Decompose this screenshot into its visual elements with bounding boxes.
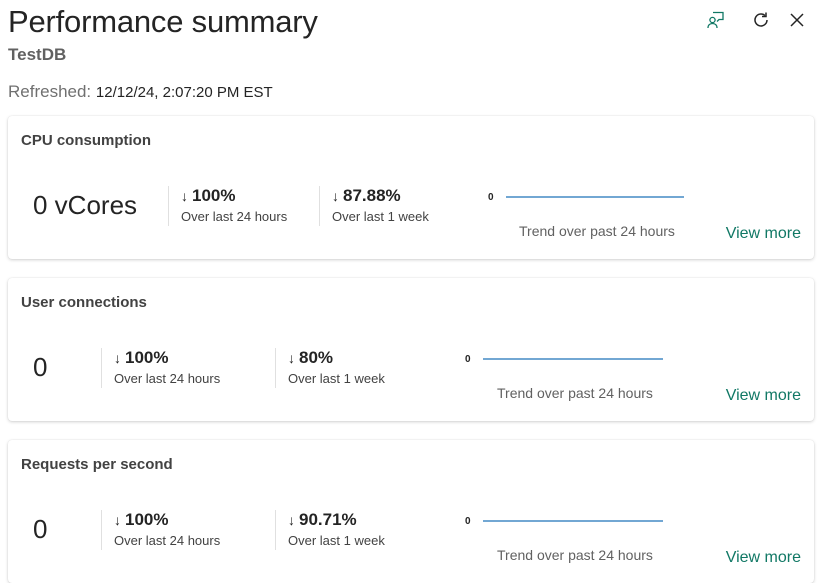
trend-label: Trend over past 24 hours: [497, 385, 653, 401]
trend-label: Trend over past 24 hours: [519, 223, 675, 239]
refresh-icon: [754, 12, 768, 27]
sparkline-line: [506, 196, 684, 198]
view-more-link[interactable]: View more: [726, 225, 801, 243]
arrow-down-icon: ↓: [114, 512, 121, 528]
view-more-link[interactable]: View more: [726, 549, 801, 567]
arrow-down-icon: ↓: [181, 188, 188, 204]
card-title: CPU consumption: [21, 132, 151, 149]
stat-24h: ↓ 100% Over last 24 hours: [168, 186, 287, 226]
sparkline-axis-label: 0: [465, 516, 471, 527]
user-connections-card: User connections 0 ↓ 100% Over last 24 ho…: [8, 278, 814, 421]
stat-value: 90.71%: [299, 510, 357, 529]
stat-1w: ↓ 87.88% Over last 1 week: [319, 186, 429, 226]
stat-value: 100%: [192, 186, 236, 205]
refresh-button[interactable]: [750, 9, 772, 31]
sparkline-line: [483, 520, 663, 522]
card-title: Requests per second: [21, 456, 173, 473]
trend-label: Trend over past 24 hours: [497, 547, 653, 563]
refreshed-label: Refreshed:: [8, 82, 92, 101]
stat-label: Over last 24 hours: [181, 209, 288, 224]
view-more-link[interactable]: View more: [726, 387, 801, 405]
close-icon: [790, 13, 804, 27]
current-value: 0: [33, 352, 48, 382]
stat-label: Over last 1 week: [288, 371, 385, 386]
stat-1w: ↓ 80% Over last 1 week: [275, 348, 385, 388]
arrow-down-icon: ↓: [332, 188, 339, 204]
sparkline-line: [483, 358, 663, 360]
arrow-down-icon: ↓: [114, 350, 121, 366]
stat-value: 100%: [125, 510, 169, 529]
stat-label: Over last 1 week: [288, 533, 385, 548]
arrow-down-icon: ↓: [288, 350, 295, 366]
refreshed-time: 12/12/24, 2:07:20 PM EST: [95, 84, 273, 101]
stat-value: 80%: [299, 348, 334, 367]
page-title: Performance summary: [8, 4, 318, 39]
sparkline-axis-label: 0: [488, 192, 494, 203]
stat-24h: ↓ 100% Over last 24 hours: [101, 510, 220, 550]
feedback-button[interactable]: [705, 9, 727, 31]
requests-per-second-card: Requests per second 0 ↓ 100% Over last 24…: [8, 440, 814, 583]
stat-1w: ↓ 90.71% Over last 1 week: [275, 510, 385, 550]
stat-value: 87.88%: [343, 186, 401, 205]
stat-label: Over last 1 week: [332, 209, 429, 224]
card-title: User connections: [21, 294, 147, 311]
arrow-down-icon: ↓: [288, 512, 295, 528]
refreshed-status: Refreshed: 12/12/24, 2:07:20 PM EST: [8, 82, 273, 102]
stat-24h: ↓ 100% Over last 24 hours: [101, 348, 220, 388]
sparkline-axis-label: 0: [465, 354, 471, 365]
feedback-icon: [707, 11, 724, 29]
cpu-consumption-card: CPU consumption 0 vCores ↓ 100% Over last…: [8, 116, 814, 259]
database-name: TestDB: [8, 45, 67, 64]
current-value: 0 vCores: [33, 190, 138, 220]
current-value: 0: [33, 514, 48, 544]
stat-value: 100%: [125, 348, 169, 367]
stat-label: Over last 24 hours: [114, 371, 221, 386]
close-button[interactable]: [786, 9, 808, 31]
stat-label: Over last 24 hours: [114, 533, 221, 548]
